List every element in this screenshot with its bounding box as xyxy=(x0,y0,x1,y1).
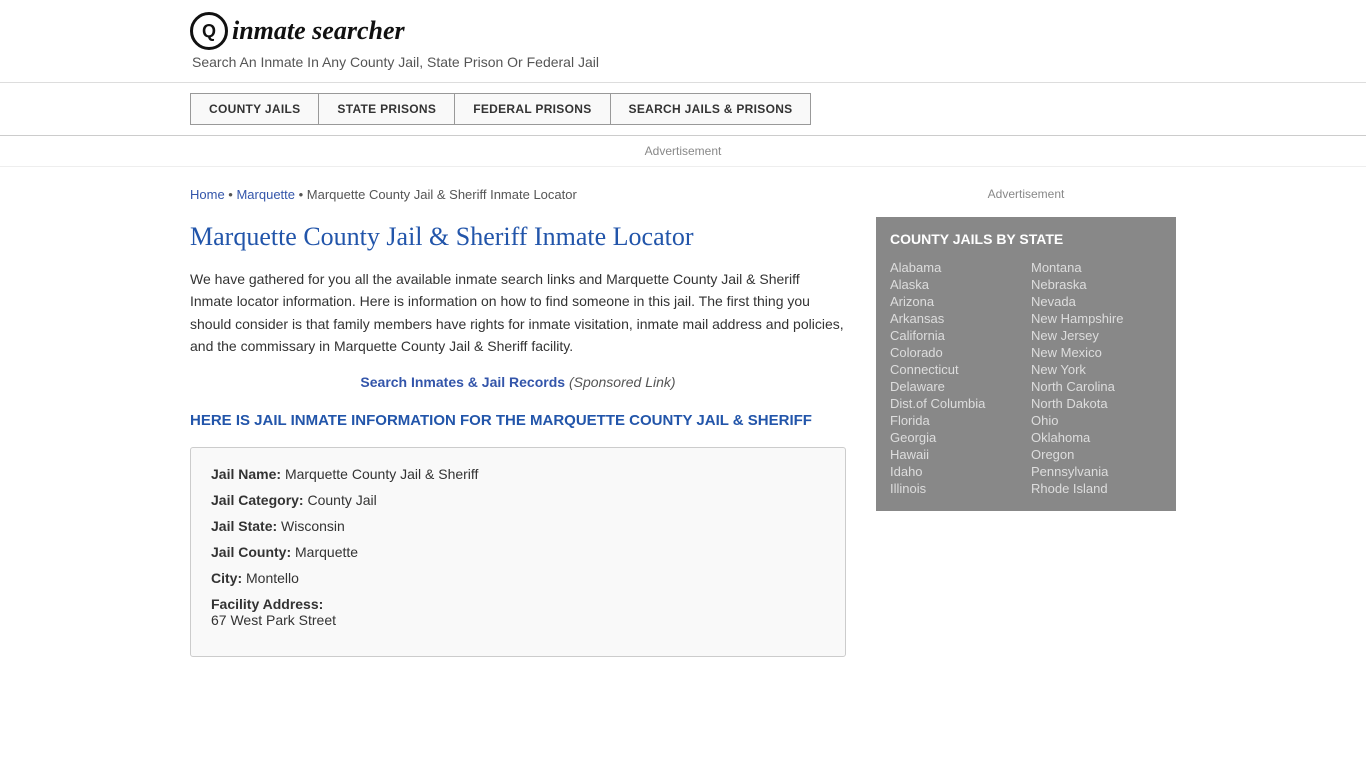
breadcrumb: Home • Marquette • Marquette County Jail… xyxy=(190,187,846,202)
states-grid: AlabamaAlaskaArizonaArkansasCaliforniaCo… xyxy=(890,259,1162,497)
state-link[interactable]: New Jersey xyxy=(1031,327,1162,344)
breadcrumb-current: Marquette County Jail & Sheriff Inmate L… xyxy=(307,187,577,202)
state-link[interactable]: Illinois xyxy=(890,480,1021,497)
state-link[interactable]: Rhode Island xyxy=(1031,480,1162,497)
jail-address-row: Facility Address: 67 West Park Street xyxy=(211,596,825,628)
state-link[interactable]: Montana xyxy=(1031,259,1162,276)
state-link[interactable]: Georgia xyxy=(890,429,1021,446)
state-link[interactable]: Nebraska xyxy=(1031,276,1162,293)
state-link[interactable]: California xyxy=(890,327,1021,344)
state-link[interactable]: North Dakota xyxy=(1031,395,1162,412)
jail-address-label: Facility Address: xyxy=(211,596,323,612)
logo-area: Q inmate searcher xyxy=(190,12,1176,50)
state-link[interactable]: Delaware xyxy=(890,378,1021,395)
jail-city-row: City: Montello xyxy=(211,570,825,586)
tagline: Search An Inmate In Any County Jail, Sta… xyxy=(192,54,1176,70)
county-jails-title: COUNTY JAILS BY STATE xyxy=(890,231,1162,247)
state-link[interactable]: New Mexico xyxy=(1031,344,1162,361)
search-link-area: Search Inmates & Jail Records (Sponsored… xyxy=(190,374,846,390)
jail-state-row: Jail State: Wisconsin xyxy=(211,518,825,534)
jail-county-row: Jail County: Marquette xyxy=(211,544,825,560)
state-link[interactable]: Colorado xyxy=(890,344,1021,361)
jail-state-value: Wisconsin xyxy=(281,518,345,534)
jail-city-label: City: xyxy=(211,570,242,586)
jail-state-label: Jail State: xyxy=(211,518,277,534)
breadcrumb-marquette[interactable]: Marquette xyxy=(236,187,295,202)
nav-federal-prisons[interactable]: FEDERAL PRISONS xyxy=(454,93,609,125)
nav: COUNTY JAILS STATE PRISONS FEDERAL PRISO… xyxy=(0,83,1366,136)
logo-text: inmate searcher xyxy=(232,16,405,46)
breadcrumb-home[interactable]: Home xyxy=(190,187,225,202)
states-right-column: MontanaNebraskaNevadaNew HampshireNew Je… xyxy=(1031,259,1162,497)
state-link[interactable]: North Carolina xyxy=(1031,378,1162,395)
state-link[interactable]: Arizona xyxy=(890,293,1021,310)
ad-bar: Advertisement xyxy=(0,136,1366,167)
main-layout: Home • Marquette • Marquette County Jail… xyxy=(0,167,1366,677)
description: We have gathered for you all the availab… xyxy=(190,268,846,358)
nav-state-prisons[interactable]: STATE PRISONS xyxy=(318,93,454,125)
search-inmates-link[interactable]: Search Inmates & Jail Records xyxy=(360,374,565,390)
state-link[interactable]: Dist.of Columbia xyxy=(890,395,1021,412)
jail-name-value: Marquette County Jail & Sheriff xyxy=(285,466,479,482)
sidebar-ad-label: Advertisement xyxy=(876,177,1176,217)
jail-category-label: Jail Category: xyxy=(211,492,304,508)
jail-category-value: County Jail xyxy=(307,492,376,508)
nav-search-jails[interactable]: SEARCH JAILS & PRISONS xyxy=(610,93,812,125)
header: Q inmate searcher Search An Inmate In An… xyxy=(0,0,1366,83)
state-link[interactable]: Florida xyxy=(890,412,1021,429)
state-link[interactable]: Nevada xyxy=(1031,293,1162,310)
jail-info-box: Jail Name: Marquette County Jail & Sheri… xyxy=(190,447,846,657)
nav-county-jails[interactable]: COUNTY JAILS xyxy=(190,93,318,125)
state-link[interactable]: Ohio xyxy=(1031,412,1162,429)
logo-icon: Q xyxy=(190,12,228,50)
jail-city-value: Montello xyxy=(246,570,299,586)
state-link[interactable]: Arkansas xyxy=(890,310,1021,327)
jail-county-value: Marquette xyxy=(295,544,358,560)
state-link[interactable]: New York xyxy=(1031,361,1162,378)
section-heading: HERE IS JAIL INMATE INFORMATION FOR THE … xyxy=(190,410,846,431)
jail-category-row: Jail Category: County Jail xyxy=(211,492,825,508)
jail-name-row: Jail Name: Marquette County Jail & Sheri… xyxy=(211,466,825,482)
content-area: Home • Marquette • Marquette County Jail… xyxy=(190,167,866,677)
jail-county-label: Jail County: xyxy=(211,544,291,560)
states-left-column: AlabamaAlaskaArizonaArkansasCaliforniaCo… xyxy=(890,259,1021,497)
state-link[interactable]: Alabama xyxy=(890,259,1021,276)
sidebar: Advertisement COUNTY JAILS BY STATE Alab… xyxy=(866,167,1176,677)
state-link[interactable]: Oregon xyxy=(1031,446,1162,463)
state-link[interactable]: New Hampshire xyxy=(1031,310,1162,327)
state-link[interactable]: Idaho xyxy=(890,463,1021,480)
state-link[interactable]: Hawaii xyxy=(890,446,1021,463)
sponsored-label: (Sponsored Link) xyxy=(569,374,676,390)
state-link[interactable]: Alaska xyxy=(890,276,1021,293)
state-link[interactable]: Pennsylvania xyxy=(1031,463,1162,480)
page-title: Marquette County Jail & Sheriff Inmate L… xyxy=(190,222,846,252)
jail-address-value: 67 West Park Street xyxy=(211,612,825,628)
state-link[interactable]: Connecticut xyxy=(890,361,1021,378)
state-link[interactable]: Oklahoma xyxy=(1031,429,1162,446)
jail-name-label: Jail Name: xyxy=(211,466,281,482)
county-jails-by-state-box: COUNTY JAILS BY STATE AlabamaAlaskaArizo… xyxy=(876,217,1176,511)
